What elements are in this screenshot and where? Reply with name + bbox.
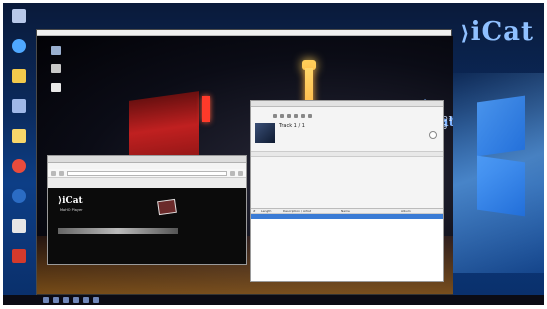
guest-folder-icon[interactable]	[51, 64, 61, 73]
doc-icon[interactable]	[7, 219, 31, 245]
content-subtitle: MoHO Player	[60, 208, 83, 212]
taskbar-icon[interactable]	[43, 297, 49, 303]
browser-titlebar[interactable]	[48, 156, 246, 163]
taskbar-icon[interactable]	[73, 297, 79, 303]
browser-window[interactable]: ⟩iCat MoHO Player	[47, 155, 247, 265]
track-title: Track 1 / 1	[279, 123, 305, 129]
stop-icon[interactable]	[287, 114, 291, 118]
taskbar-icon[interactable]	[83, 297, 89, 303]
play-icon[interactable]	[273, 114, 277, 118]
browser-content: ⟩iCat MoHO Player	[48, 188, 246, 264]
host-brand: ⟩iCat	[460, 17, 534, 47]
volume-knob[interactable]	[429, 131, 437, 139]
host-brand-text: iCat	[470, 17, 534, 47]
host-desktop-icons	[7, 9, 33, 279]
windows-logo-pane	[477, 155, 525, 217]
pause-icon[interactable]	[280, 114, 284, 118]
player-tabs	[251, 151, 443, 157]
table-row[interactable]	[251, 214, 443, 219]
reload-icon[interactable]	[230, 170, 235, 176]
folder-icon[interactable]	[7, 69, 31, 95]
col-album[interactable]: Album	[401, 209, 443, 213]
back-icon[interactable]	[51, 170, 56, 176]
guest-file-icon[interactable]	[51, 83, 61, 92]
album-art	[255, 123, 275, 143]
file-icon[interactable]	[7, 129, 31, 155]
prev-icon[interactable]	[294, 114, 298, 118]
forward-icon[interactable]	[59, 170, 64, 176]
taskbar-icon[interactable]	[63, 297, 69, 303]
seek-bar[interactable]	[58, 228, 178, 234]
home-icon[interactable]	[238, 170, 243, 176]
taskbar-icon[interactable]	[53, 297, 59, 303]
col-name[interactable]: Name	[341, 209, 401, 213]
playlist-grid: # Length Description / Artist Name Album	[251, 208, 443, 281]
device-image	[157, 198, 177, 216]
network-icon[interactable]	[7, 39, 31, 65]
host-taskbar	[3, 295, 544, 305]
taskbar-icon[interactable]	[93, 297, 99, 303]
browser-navbar	[48, 169, 246, 178]
col-length[interactable]: Length	[261, 209, 283, 213]
col-index[interactable]: #	[251, 209, 261, 213]
content-logo-text: iCat	[62, 196, 83, 206]
col-description[interactable]: Description / Artist	[283, 209, 341, 213]
volume-icon[interactable]	[308, 114, 312, 118]
media-icon[interactable]	[7, 249, 31, 275]
screenshot-frame: ⟩iCat ⟩iCat MoHO1 14:09	[0, 0, 547, 309]
recycle-bin-icon[interactable]	[7, 9, 31, 35]
next-icon[interactable]	[301, 114, 305, 118]
content-logo: ⟩iCat	[58, 196, 83, 206]
address-bar[interactable]	[67, 170, 227, 176]
computer-icon[interactable]	[7, 99, 31, 125]
guest-computer-icon[interactable]	[51, 46, 61, 55]
hotel-sign	[202, 96, 210, 122]
player-window[interactable]: Track 1 / 1 # Length Description / Artis…	[250, 100, 444, 282]
windows-logo-pane	[477, 95, 525, 157]
app-icon[interactable]	[7, 189, 31, 215]
player-toolbar	[251, 113, 443, 119]
chrome-icon[interactable]	[7, 159, 31, 185]
